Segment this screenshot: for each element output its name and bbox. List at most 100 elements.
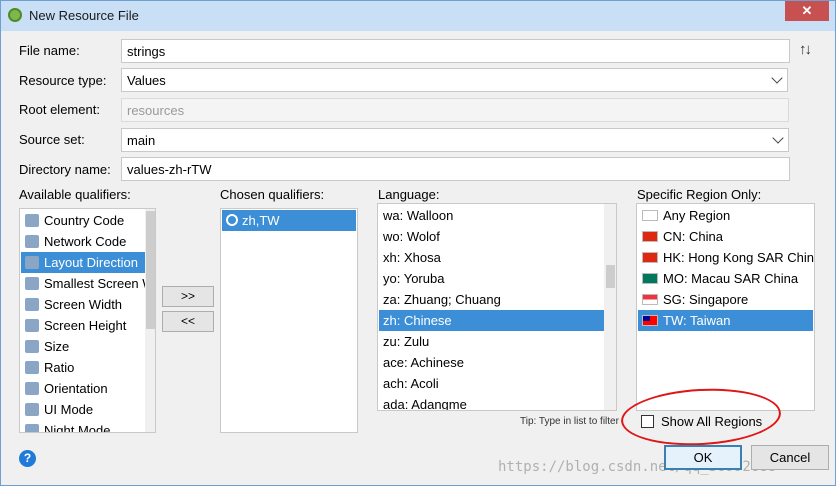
ratio-icon <box>25 361 39 374</box>
close-button[interactable]: ✕ <box>785 1 829 21</box>
list-item-label: Orientation <box>44 381 108 396</box>
list-item[interactable]: Screen Width <box>21 294 145 315</box>
list-item[interactable]: Layout Direction <box>21 252 145 273</box>
language-header: Language: <box>378 187 440 202</box>
list-item[interactable]: Ratio <box>21 357 145 378</box>
globe-icon <box>226 214 238 226</box>
list-item-label: xh: Xhosa <box>383 250 441 265</box>
chevron-down-icon <box>772 132 784 144</box>
list-item-label: Network Code <box>44 234 127 249</box>
screen-height-icon <box>25 319 39 332</box>
taiwan-flag-icon <box>642 315 658 326</box>
list-item-label: CN: China <box>663 229 723 244</box>
ui-mode-icon <box>25 403 39 416</box>
list-item-label: Layout Direction <box>44 255 138 270</box>
sort-icon[interactable]: ↑↓ <box>799 41 812 58</box>
file-name-label: File name: <box>19 43 80 58</box>
list-item-label: Screen Width <box>44 297 123 312</box>
show-all-regions-checkbox[interactable] <box>641 415 654 428</box>
list-item-label: za: Zhuang; Chuang <box>383 292 501 307</box>
list-item[interactable]: HK: Hong Kong SAR China <box>638 247 814 268</box>
list-item-label: zh,TW <box>242 213 280 228</box>
chosen-qualifiers-list[interactable]: zh,TW <box>220 208 358 433</box>
window-title: New Resource File <box>29 8 139 23</box>
size-icon <box>25 340 39 353</box>
root-element-label: Root element: <box>19 102 100 117</box>
list-item[interactable]: Network Code <box>21 231 145 252</box>
resource-type-select[interactable]: Values <box>121 68 788 92</box>
directory-name-input[interactable]: values-zh-rTW <box>121 157 790 181</box>
list-item[interactable]: Size <box>21 336 145 357</box>
list-item[interactable]: zh: Chinese <box>379 310 604 331</box>
list-item-label: wa: Walloon <box>383 208 454 223</box>
night-mode-icon <box>25 424 39 432</box>
list-item[interactable]: Any Region <box>638 205 813 226</box>
ok-button[interactable]: OK <box>664 445 742 470</box>
file-name-input[interactable]: strings <box>121 39 790 63</box>
resource-type-value: Values <box>127 73 166 88</box>
new-resource-file-dialog: New Resource File ✕ File name: strings ↑… <box>0 0 836 486</box>
help-icon[interactable]: ? <box>19 450 36 467</box>
list-item-label: SG: Singapore <box>663 292 749 307</box>
list-item-label: ace: Achinese <box>383 355 464 370</box>
china-flag-icon <box>642 231 658 242</box>
country-code-icon <box>25 214 39 227</box>
list-item[interactable]: zh,TW <box>222 210 356 231</box>
list-item[interactable]: CN: China <box>638 226 813 247</box>
list-item-label: ach: Acoli <box>383 376 439 391</box>
list-item[interactable]: Night Mode <box>21 420 145 433</box>
scrollbar[interactable] <box>604 204 616 410</box>
source-set-label: Source set: <box>19 132 85 147</box>
blank-flag-icon <box>642 210 658 221</box>
title-bar: New Resource File ✕ <box>1 1 835 31</box>
singapore-flag-icon <box>642 294 658 305</box>
region-list[interactable]: Any Region CN: China HK: Hong Kong SAR Chi… <box>636 203 815 411</box>
scrollbar-thumb[interactable] <box>146 211 155 329</box>
list-item[interactable]: xh: Xhosa <box>379 247 604 268</box>
cancel-button[interactable]: Cancel <box>751 445 829 470</box>
list-item[interactable]: yo: Yoruba <box>379 268 604 289</box>
scrollbar[interactable] <box>145 209 155 432</box>
available-qualifiers-list[interactable]: Country Code Network Code Layout Direction… <box>19 208 156 433</box>
list-item[interactable]: Country Code <box>21 210 145 231</box>
list-item[interactable]: Smallest Screen W <box>21 273 155 294</box>
list-item[interactable]: zu: Zulu <box>379 331 604 352</box>
list-item-label: zh: Chinese <box>383 313 452 328</box>
list-item-label: Screen Height <box>44 318 127 333</box>
list-item[interactable]: Screen Height <box>21 315 145 336</box>
list-item-label: Country Code <box>44 213 125 228</box>
list-item[interactable]: TW: Taiwan <box>638 310 813 331</box>
list-item[interactable]: Orientation <box>21 378 145 399</box>
list-item[interactable]: SG: Singapore <box>638 289 813 310</box>
list-item[interactable]: UI Mode <box>21 399 145 420</box>
language-list[interactable]: wa: Walloon wo: Wolof xh: Xhosa yo: Yoruba z… <box>377 203 617 411</box>
hong-kong-flag-icon <box>642 252 658 263</box>
list-item-label: Night Mode <box>44 423 111 433</box>
scrollbar-thumb[interactable] <box>606 265 615 288</box>
list-item[interactable]: MO: Macau SAR China <box>638 268 813 289</box>
list-item-label: UI Mode <box>44 402 94 417</box>
source-set-select[interactable]: main <box>121 128 789 152</box>
source-set-value: main <box>127 133 156 148</box>
list-item[interactable]: ace: Achinese <box>379 352 604 373</box>
show-all-regions-label[interactable]: Show All Regions <box>661 414 762 429</box>
list-item-label: yo: Yoruba <box>383 271 445 286</box>
add-qualifier-button[interactable]: >> <box>162 286 214 307</box>
list-item[interactable]: wo: Wolof <box>379 226 604 247</box>
network-code-icon <box>25 235 39 248</box>
list-item[interactable]: za: Zhuang; Chuang <box>379 289 604 310</box>
list-item[interactable]: ada: Adangme <box>379 394 604 411</box>
list-item[interactable]: wa: Walloon <box>379 205 604 226</box>
region-header: Specific Region Only: <box>637 187 762 202</box>
filter-tip: Tip: Type in list to filter <box>520 416 619 427</box>
remove-qualifier-button[interactable]: << <box>162 311 214 332</box>
directory-name-label: Directory name: <box>19 162 111 177</box>
chosen-qualifiers-header: Chosen qualifiers: <box>220 187 325 202</box>
list-item[interactable]: ach: Acoli <box>379 373 604 394</box>
list-item-label: ada: Adangme <box>383 397 467 411</box>
layout-direction-icon <box>25 256 39 269</box>
list-item-label: Any Region <box>663 208 731 223</box>
list-item-label: Ratio <box>44 360 75 375</box>
list-item-label: TW: Taiwan <box>663 313 731 328</box>
smallest-screen-icon <box>25 277 39 290</box>
